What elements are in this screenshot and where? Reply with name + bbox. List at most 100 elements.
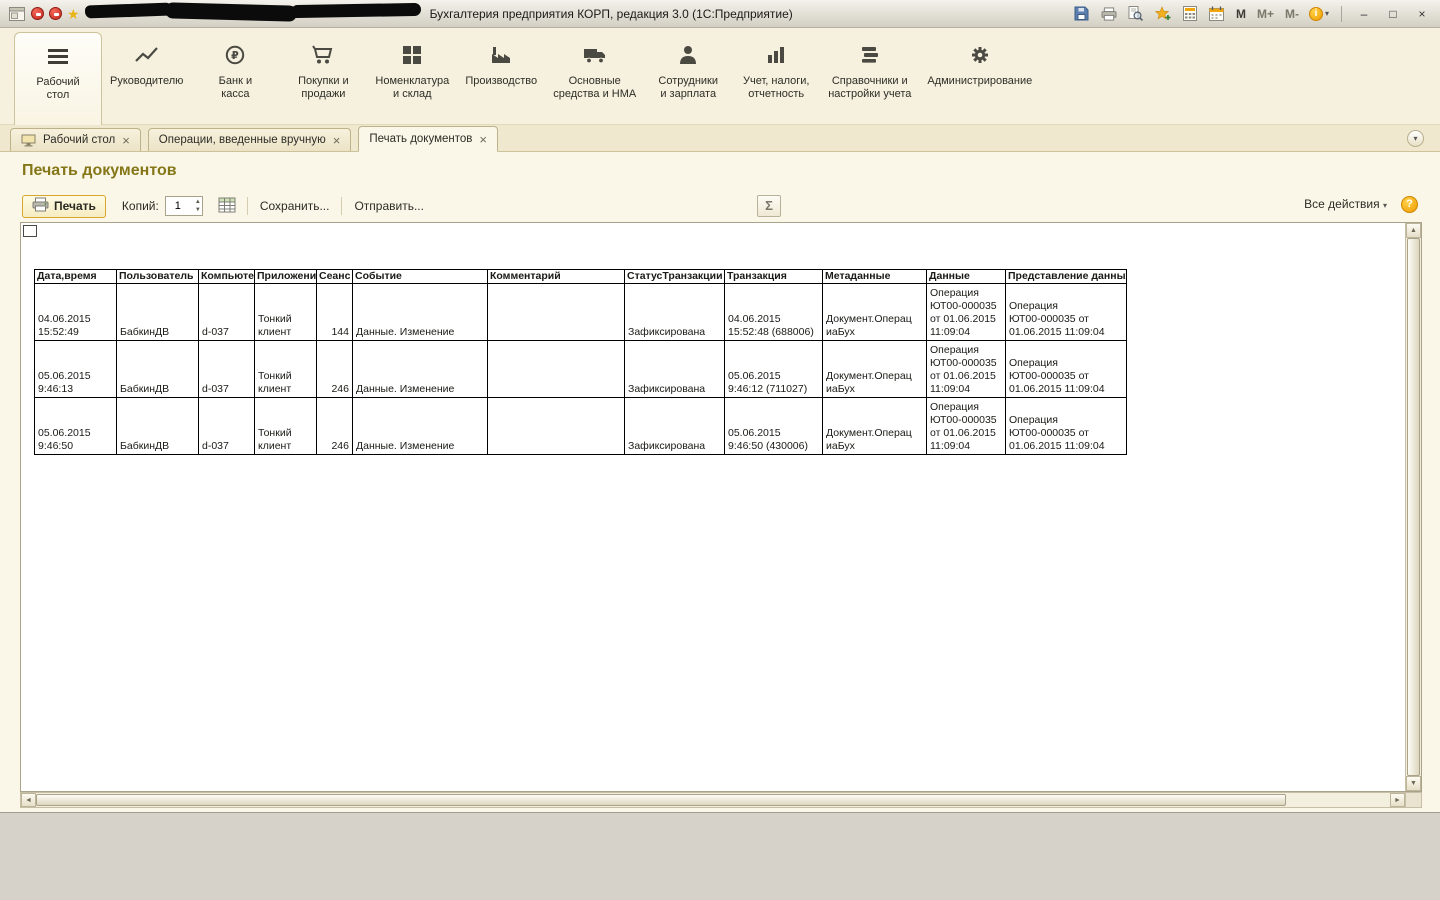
truck-icon	[583, 40, 607, 70]
vertical-scroll-thumb[interactable]	[1407, 238, 1420, 776]
red-badge-icon-2	[49, 7, 62, 20]
toolbar-separator	[341, 197, 343, 215]
section-label: Учет, налоги, отчетность	[742, 75, 810, 100]
red-badge-icon	[31, 7, 44, 20]
section-production[interactable]: Производство	[457, 32, 545, 92]
person-icon	[679, 40, 697, 70]
table-cell: Операция ЮТ00-000035 от 01.06.2015 11:09…	[926, 397, 1006, 455]
section-inventory-warehouse[interactable]: Номенклатура и склад	[367, 32, 457, 105]
favorites-star-icon: ★	[67, 5, 80, 22]
section-administration[interactable]: Администрирование	[919, 32, 1040, 92]
help-button[interactable]: ?	[1401, 195, 1418, 213]
table-row: 05.06.2015 9:46:50 БабкинДВ d-037 Тонкий…	[34, 397, 1127, 455]
tab-close-icon[interactable]: ×	[479, 133, 487, 146]
tab-close-icon[interactable]: ×	[333, 134, 341, 147]
print-button[interactable]: Печать	[22, 194, 106, 218]
page-setup-button[interactable]	[215, 195, 239, 217]
copies-field: ▲ ▼	[164, 196, 203, 216]
redacted-title-text	[84, 1, 423, 24]
calendar-icon[interactable]	[1208, 5, 1226, 23]
copies-label: Копий:	[121, 199, 159, 213]
scroll-down-arrow[interactable]: ▼	[1406, 776, 1421, 791]
print-preview-panel[interactable]: Дата,время Пользователь Компьютер Прилож…	[20, 222, 1422, 792]
tab-print-documents[interactable]: Печать документов ×	[358, 126, 498, 152]
gear-icon	[970, 40, 990, 70]
table-cell	[487, 340, 625, 398]
section-fixed-assets[interactable]: Основные средства и НМА	[545, 32, 644, 105]
tab-list-button[interactable]: ▾	[1407, 130, 1424, 147]
add-favorite-icon[interactable]	[1154, 5, 1172, 23]
column-header: Данные	[926, 269, 1006, 284]
column-header: Дата,время	[34, 269, 117, 284]
column-header: Сеанс	[316, 269, 353, 284]
table-cell: Документ.Операц иаБух	[822, 397, 927, 455]
table-cell: Операция ЮТ00-000035 от 01.06.2015 11:09…	[1005, 340, 1127, 398]
memory-m-button[interactable]: M	[1235, 7, 1247, 21]
table-row: 05.06.2015 9:46:13 БабкинДВ d-037 Тонкий…	[34, 340, 1127, 398]
tab-close-icon[interactable]: ×	[122, 134, 130, 147]
factory-icon	[490, 40, 512, 70]
scrollbar-corner	[1405, 793, 1421, 807]
memory-m-minus-button[interactable]: M-	[1284, 7, 1300, 21]
section-label: Администрирование	[927, 75, 1033, 87]
horizontal-scroll-track[interactable]	[1286, 793, 1390, 807]
calculator-icon[interactable]	[1181, 5, 1199, 23]
vertical-scrollbar[interactable]: ▲ ▼	[1405, 223, 1421, 791]
scroll-up-arrow[interactable]: ▲	[1406, 223, 1421, 238]
table-cell: 05.06.2015 9:46:13	[34, 340, 117, 398]
maximize-button[interactable]: □	[1383, 5, 1403, 23]
table-cell: 144	[316, 283, 353, 341]
save-icon[interactable]	[1073, 5, 1091, 23]
section-label: Справочники и настройки учета	[828, 75, 912, 100]
page-title: Печать документов	[22, 162, 177, 179]
print-preview-icon[interactable]	[1127, 5, 1145, 23]
scroll-left-arrow[interactable]: ◄	[21, 793, 36, 807]
minimize-button[interactable]: –	[1354, 5, 1374, 23]
printer-icon	[32, 197, 49, 215]
section-manager[interactable]: Руководителю	[102, 32, 191, 92]
horizontal-scrollbar[interactable]: ◄ ►	[20, 792, 1422, 808]
print-icon[interactable]	[1100, 5, 1118, 23]
column-header: Метаданные	[822, 269, 927, 284]
section-desktop[interactable]: Рабочий стол	[14, 32, 102, 125]
grid-icon	[402, 40, 422, 70]
section-references-settings[interactable]: Справочники и настройки учета	[820, 32, 919, 105]
chevron-down-icon: ▾	[1413, 134, 1418, 143]
table-cell: Операция ЮТ00-000035 от 01.06.2015 11:09…	[926, 340, 1006, 398]
info-menu-button[interactable]: i ▾	[1308, 6, 1329, 21]
column-header: Компьютер	[198, 269, 255, 284]
section-label: Рабочий стол	[36, 76, 80, 101]
sum-button[interactable]: Σ	[757, 195, 781, 217]
section-purchases-sales[interactable]: Покупки и продажи	[279, 32, 367, 105]
send-button[interactable]: Отправить...	[350, 197, 428, 215]
titlebar-separator	[1341, 5, 1342, 22]
copies-spinner-down[interactable]: ▼	[195, 206, 201, 214]
table-cell: 05.06.2015 9:46:12 (711027)	[724, 340, 823, 398]
table-cell: Зафиксирована	[624, 340, 725, 398]
table-cell: Операция ЮТ00-000035 от 01.06.2015 11:09…	[1005, 397, 1127, 455]
table-cell: d-037	[198, 340, 255, 398]
all-actions-button[interactable]: Все действия ▾	[1300, 195, 1391, 213]
table-cell: 246	[316, 397, 353, 455]
close-button[interactable]: ×	[1412, 5, 1432, 23]
section-label: Руководителю	[110, 75, 184, 87]
svg-text:₽: ₽	[232, 49, 240, 62]
app-icon	[8, 5, 26, 23]
spreadsheet-icon	[218, 197, 236, 216]
table-cell: Операция ЮТ00-000035 от 01.06.2015 11:09…	[1005, 283, 1127, 341]
column-header: Комментарий	[487, 269, 625, 284]
section-bank-cash[interactable]: ₽ Банк и касса	[191, 32, 279, 105]
scroll-right-arrow[interactable]: ►	[1390, 793, 1405, 807]
tab-desktop[interactable]: Рабочий стол ×	[10, 128, 141, 151]
toolbar-right-group: Все действия ▾ ?	[1300, 195, 1418, 213]
section-label: Основные средства и НМА	[553, 75, 637, 100]
section-staff-salary[interactable]: Сотрудники и зарплата	[644, 32, 732, 105]
memory-m-plus-button[interactable]: M+	[1256, 7, 1275, 21]
save-document-button[interactable]: Сохранить...	[256, 197, 334, 215]
section-accounting-taxes[interactable]: Учет, налоги, отчетность	[732, 32, 820, 105]
column-header: Пользователь	[116, 269, 199, 284]
info-icon: i	[1308, 6, 1323, 21]
copies-spinner-up[interactable]: ▲	[195, 198, 201, 206]
horizontal-scroll-thumb[interactable]	[36, 794, 1286, 806]
tab-manual-operations[interactable]: Операции, введенные вручную ×	[147, 128, 352, 151]
